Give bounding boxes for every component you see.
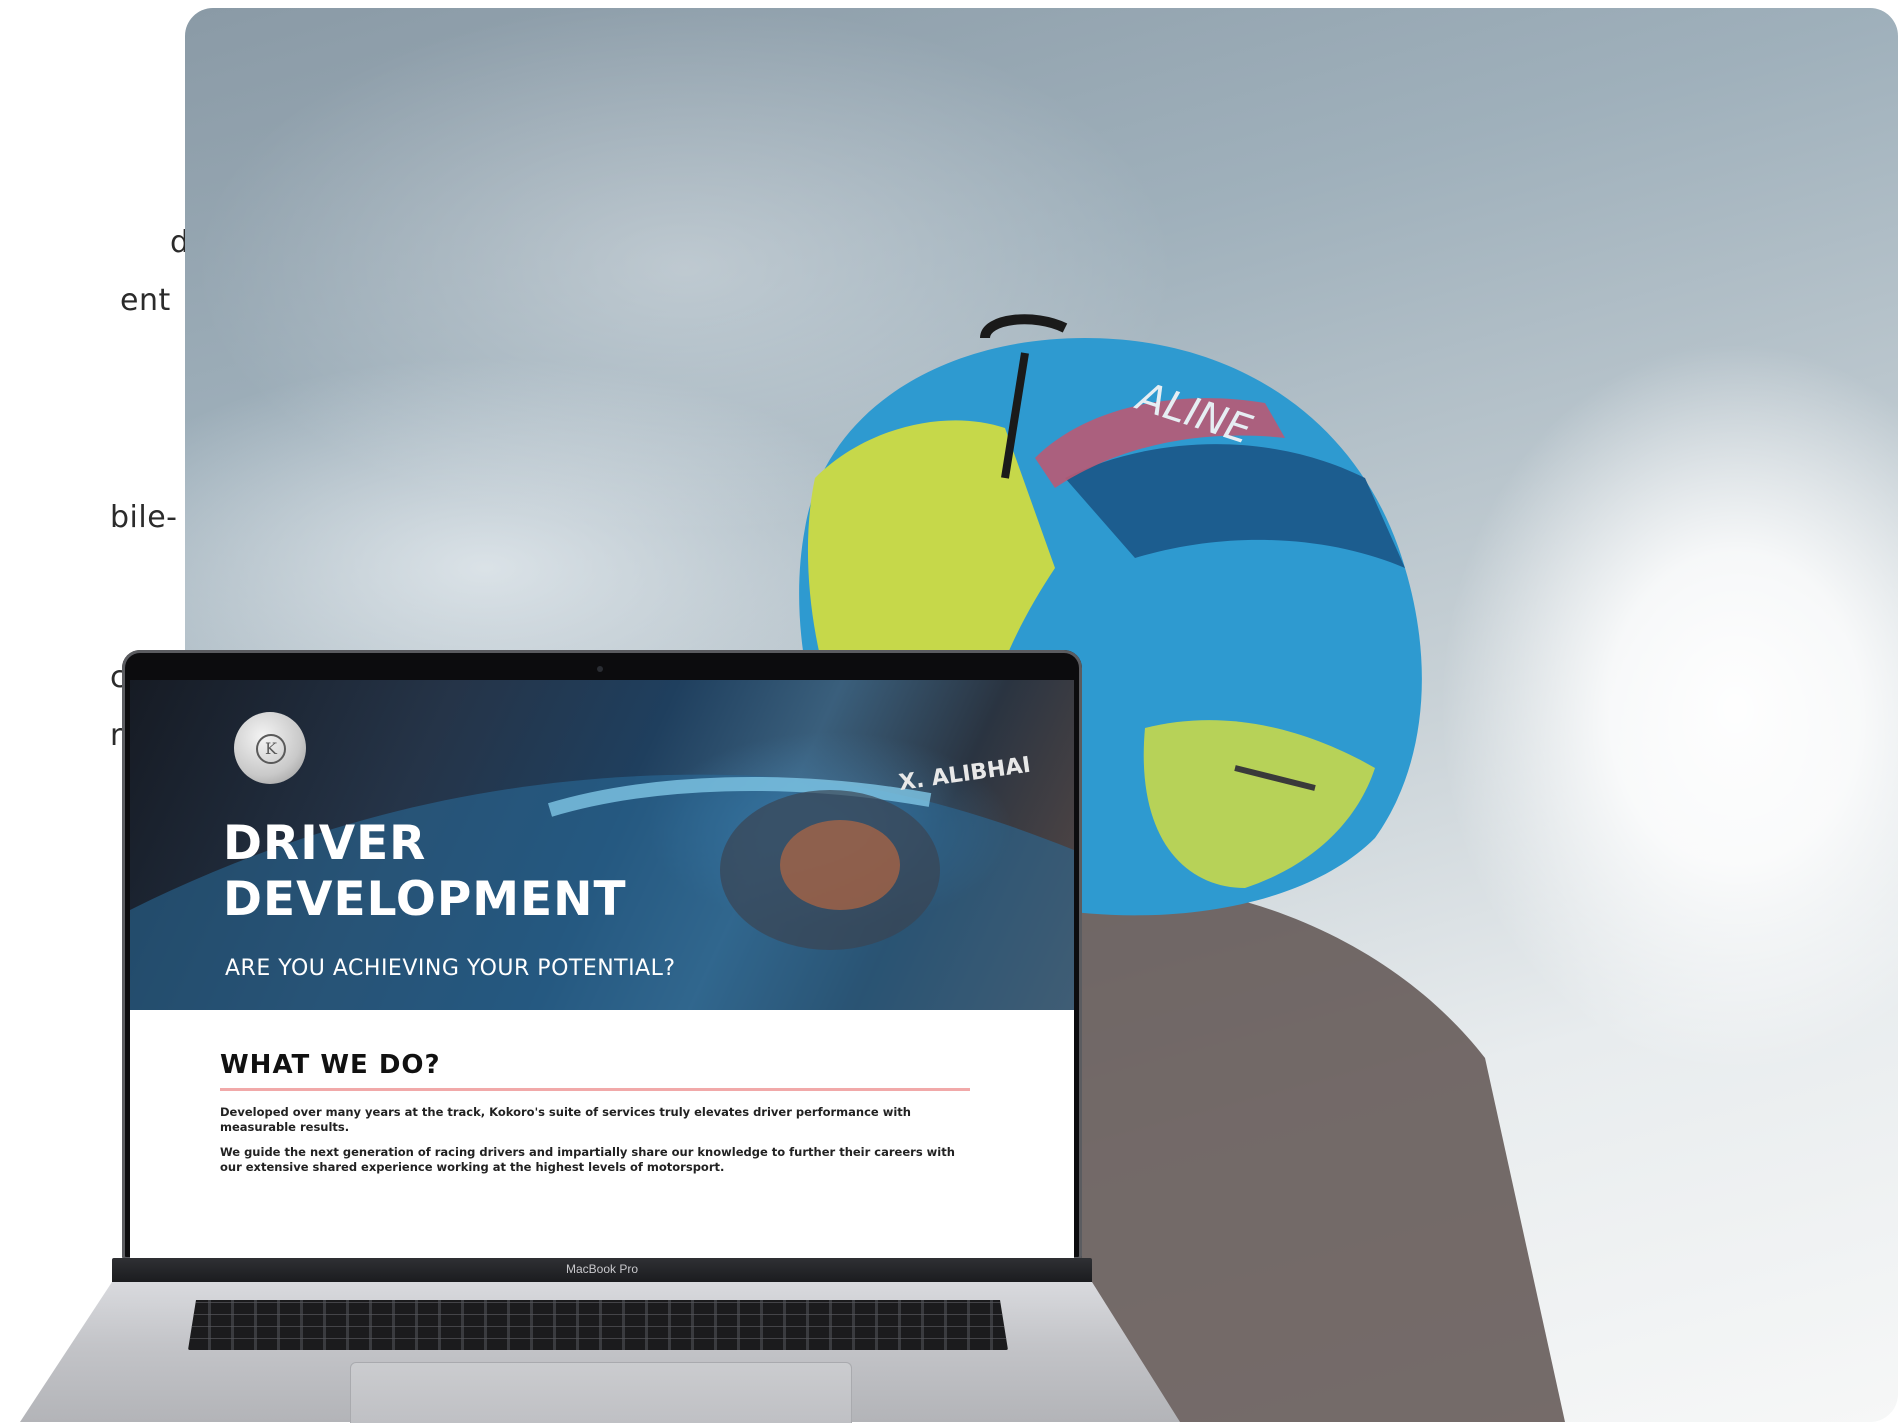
hero-photo: ALINE xyxy=(185,8,1898,1422)
left-text-column: d ent bile- ces n the xyxy=(110,225,190,753)
helmet-illustration: ALINE xyxy=(799,314,1565,1422)
